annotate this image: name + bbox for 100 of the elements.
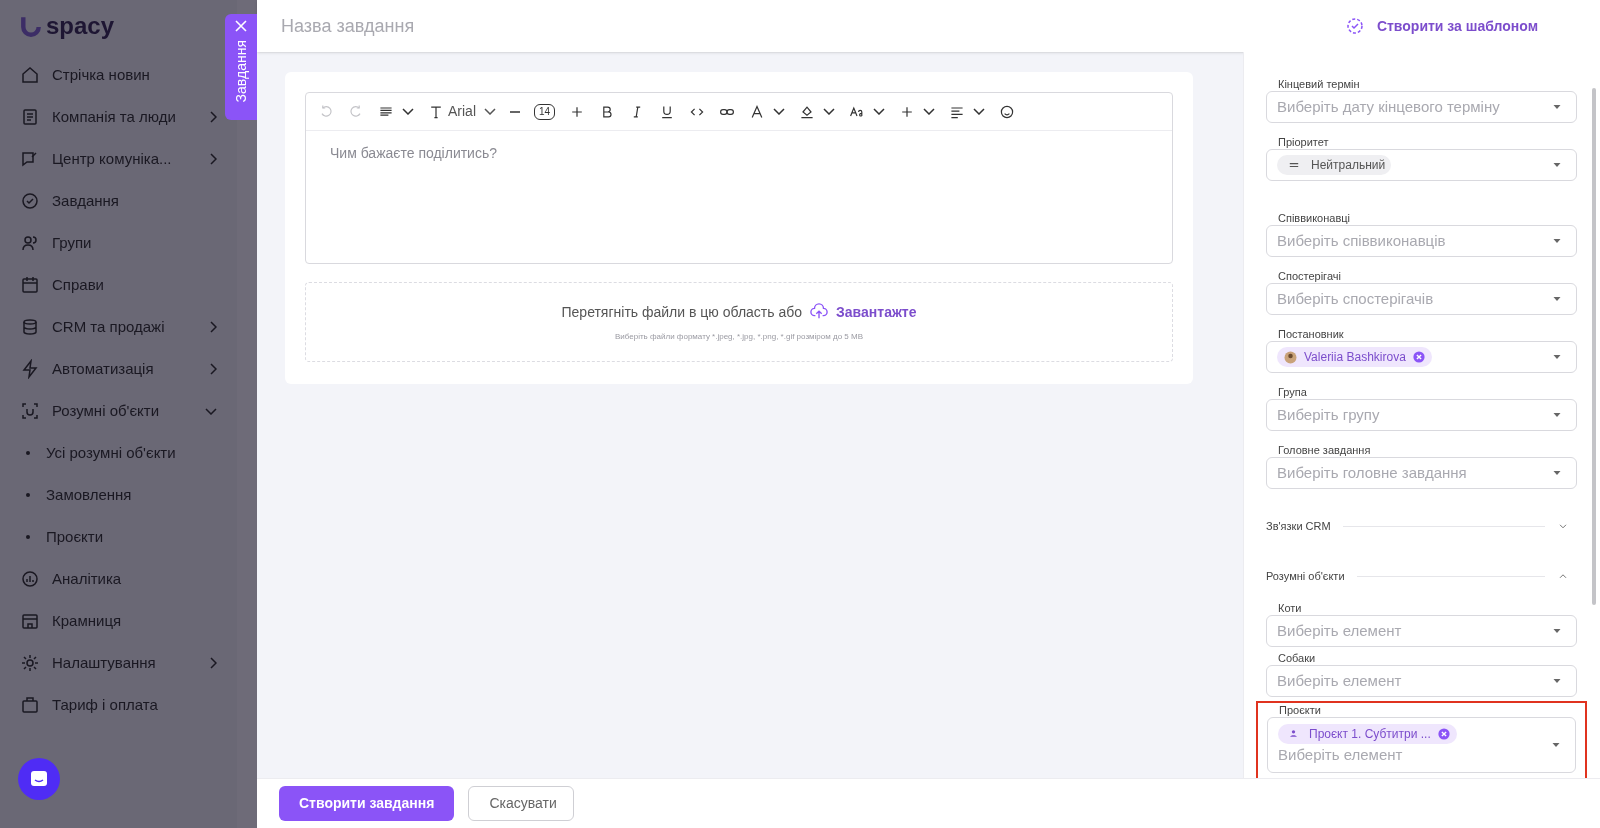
select-placeholder: Виберіть співвиконавців [1277, 230, 1447, 251]
menu-icon [20, 401, 40, 421]
person-icon [1288, 728, 1299, 740]
section-toggle[interactable]: Зв'язки CRM [1266, 504, 1577, 548]
cancel-button[interactable]: Скасувати [468, 786, 575, 821]
sidebar-item[interactable]: CRM та продажі [20, 306, 217, 348]
sidebar-item[interactable]: Справи [20, 264, 217, 306]
menu-icon [20, 611, 40, 631]
text-editor[interactable]: Arial 14 Чим бажаєте поділитись? [305, 92, 1173, 264]
chevron-icon [773, 108, 786, 115]
upload-area[interactable]: Перетягніть файли в цю область або Завантажте Виберіть файли формату *.jpeg, *.jpg, *.png, *.gif розміром до 5 MB [305, 282, 1173, 362]
menu-icon [20, 191, 40, 211]
dropdown-button[interactable] [923, 108, 936, 115]
chevron-icon [823, 108, 836, 115]
sidebar-item[interactable]: Крамниця [20, 600, 217, 642]
field-label: Головне завдання [1277, 443, 1372, 457]
sidebar-item[interactable]: Центр комуніка... [20, 138, 217, 180]
select-placeholder: Виберіть групу [1277, 404, 1381, 425]
panel-tab[interactable]: Завдання [225, 14, 257, 120]
avatar-icon [1283, 349, 1298, 365]
select-field[interactable]: Виберіть групу [1266, 399, 1577, 431]
menu-icon [20, 149, 40, 169]
remove-icon [1436, 726, 1451, 741]
select-placeholder: Виберіть елемент [1277, 620, 1403, 641]
menu-icon [20, 233, 40, 253]
dropdown-button[interactable] [973, 108, 986, 115]
select-placeholder: Виберіть головне завдання [1277, 462, 1468, 483]
sidebar-subitem[interactable]: Проєкти [20, 516, 217, 558]
field-label: Проєкти [1278, 703, 1322, 717]
select-placeholder: Виберіть дату кінцевого терміну [1277, 96, 1501, 117]
editor-placeholder: Чим бажаєте поділитись? [330, 145, 497, 161]
chip[interactable]: Нейтральний [1277, 155, 1392, 175]
menu-icon [20, 275, 40, 295]
section-toggle[interactable]: Розумні об'єкти [1266, 554, 1577, 598]
emoji-button[interactable] [999, 103, 1016, 120]
panel-tab-label: Завдання [231, 40, 250, 103]
scrollbar[interactable] [1592, 88, 1596, 605]
font-size-field[interactable]: 14 [534, 103, 556, 120]
select-field[interactable]: Виберіть головне завдання [1266, 457, 1577, 489]
select-field[interactable]: Проєкт 1. Субтитри ... Виберіть елемент [1267, 717, 1576, 773]
sidebar-item[interactable]: Розумні об'єкти [20, 390, 217, 432]
decrease-size-button[interactable] [510, 110, 520, 113]
sidebar-item[interactable]: Компанія та люди [20, 96, 217, 138]
menu-icon [20, 107, 40, 127]
sidebar-subitem[interactable]: Усі розумні об'єкти [20, 432, 217, 474]
chip[interactable]: Проєкт 1. Субтитри ... [1278, 723, 1457, 744]
dropdown-button[interactable] [773, 108, 786, 115]
field-label: Група [1277, 385, 1308, 399]
select-field[interactable]: Виберіть елемент [1266, 665, 1577, 697]
task-title-field[interactable]: Назва завдання [281, 12, 881, 40]
sidebar-subitem[interactable]: Замовлення [20, 474, 217, 516]
sidebar-item[interactable]: Завдання [20, 180, 217, 222]
upload-hint: Виберіть файли формату *.jpeg, *.jpg, *.png, *.gif розміром до 5 MB [615, 330, 863, 343]
remove-icon [1411, 350, 1426, 364]
upload-icon [810, 303, 829, 321]
chevron-icon [402, 108, 414, 115]
select-field[interactable]: Нейтральний [1266, 149, 1577, 181]
field-label: Постановник [1277, 327, 1345, 341]
chat-icon [30, 770, 48, 788]
select-field[interactable]: Виберіть співвиконавців [1266, 225, 1577, 257]
close-icon[interactable] [235, 20, 247, 32]
menu-icon [20, 695, 40, 715]
menu-icon [20, 65, 40, 85]
menu-icon [20, 359, 40, 379]
dropdown-button[interactable] [823, 108, 836, 115]
chevron-icon [484, 108, 496, 115]
field-label: Кінцевий термін [1277, 77, 1361, 91]
field-label: Коти [1277, 601, 1303, 615]
chevron-icon [973, 108, 986, 115]
sidebar-item[interactable]: Автоматизація [20, 348, 217, 390]
menu-icon [20, 569, 40, 589]
field-label: Пріоритет [1277, 135, 1330, 149]
field-label: Співвиконавці [1277, 211, 1351, 225]
logo-icon [20, 14, 42, 38]
sidebar-item[interactable]: Аналітика [20, 558, 217, 600]
chevron-icon [873, 108, 886, 115]
sidebar-item[interactable]: Групи [20, 222, 217, 264]
sidebar-item[interactable]: Тариф і оплата [20, 684, 217, 726]
logo-text: spacy [46, 11, 115, 41]
select-placeholder: Виберіть елемент [1278, 744, 1404, 765]
upload-link[interactable]: Завантажте [810, 301, 917, 323]
upload-instructions: Перетягніть файли в цю область або [561, 302, 803, 322]
chip[interactable]: Valeriia Bashkirova [1277, 347, 1432, 367]
select-field[interactable]: Виберіть елемент [1266, 615, 1577, 647]
template-link[interactable]: Створити за шаблоном [1344, 15, 1538, 37]
menu-icon [20, 317, 40, 337]
field-label: Собаки [1277, 651, 1317, 665]
field-label: Спостерігачі [1277, 269, 1342, 283]
dashed-check-icon [1344, 16, 1365, 36]
sidebar-item[interactable]: Стрічка новин [20, 54, 217, 96]
select-placeholder: Виберіть спостерігачів [1277, 288, 1435, 309]
dropdown-button[interactable] [873, 108, 886, 115]
font-select[interactable]: Arial [448, 101, 496, 122]
create-task-button[interactable]: Створити завдання [279, 786, 455, 821]
dropdown-button[interactable] [402, 108, 414, 115]
select-field[interactable]: Виберіть спостерігачів [1266, 283, 1577, 315]
minus-icon [510, 110, 520, 113]
sidebar-item[interactable]: Налаштування [20, 642, 217, 684]
select-field[interactable]: Виберіть дату кінцевого терміну [1266, 91, 1577, 123]
select-field[interactable]: Valeriia Bashkirova [1266, 341, 1577, 373]
